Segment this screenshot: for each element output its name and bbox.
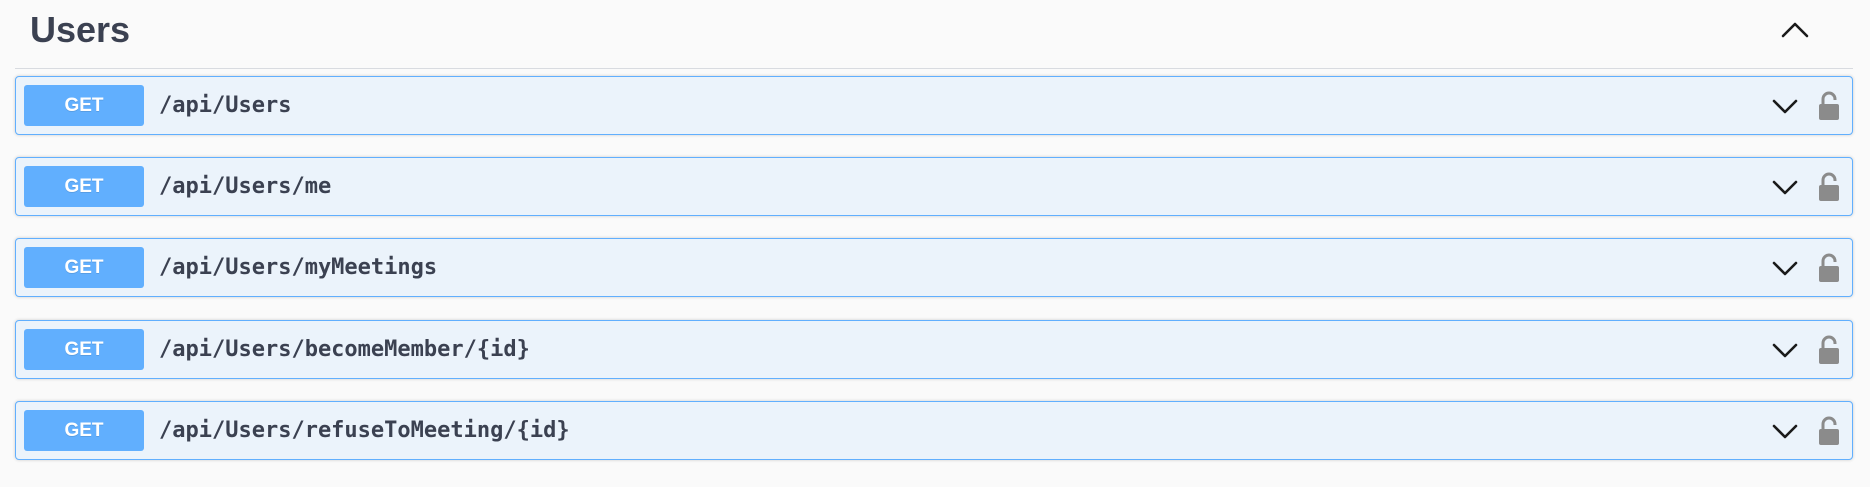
operation-get-users-becomemember[interactable]: GET /api/Users/becomeMember/{id}	[15, 320, 1853, 379]
expand-button[interactable]	[1768, 170, 1802, 204]
operation-get-users-me[interactable]: GET /api/Users/me	[15, 157, 1853, 216]
chevron-down-icon	[1772, 424, 1798, 438]
expand-button[interactable]	[1768, 333, 1802, 367]
expand-button[interactable]	[1768, 251, 1802, 285]
endpoint-path: /api/Users/me	[159, 174, 332, 199]
method-badge: GET	[24, 166, 144, 207]
unlocked-padlock-icon	[1819, 91, 1839, 120]
authorize-lock-button[interactable]	[1816, 89, 1842, 123]
section-title[interactable]: Users	[15, 9, 130, 51]
chevron-down-icon	[1772, 261, 1798, 275]
operation-get-users[interactable]: GET /api/Users	[15, 76, 1853, 135]
operation-get-users-mymeetings[interactable]: GET /api/Users/myMeetings	[15, 238, 1853, 297]
expand-button[interactable]	[1768, 89, 1802, 123]
endpoint-path: /api/Users	[159, 93, 292, 118]
chevron-down-icon	[1772, 343, 1798, 357]
expand-button[interactable]	[1768, 414, 1802, 448]
authorize-lock-button[interactable]	[1816, 251, 1842, 285]
endpoint-path: /api/Users/refuseToMeeting/{id}	[159, 418, 570, 443]
chevron-down-icon	[1772, 99, 1798, 113]
unlocked-padlock-icon	[1819, 416, 1839, 445]
chevron-down-icon	[1772, 180, 1798, 194]
collapse-button[interactable]	[1775, 10, 1815, 50]
users-section: Users GET /api/Users GET /api/Users/me G…	[15, 0, 1853, 460]
chevron-up-icon	[1781, 22, 1809, 38]
endpoint-path: /api/Users/becomeMember/{id}	[159, 337, 530, 362]
authorize-lock-button[interactable]	[1816, 170, 1842, 204]
unlocked-padlock-icon	[1819, 335, 1839, 364]
unlocked-padlock-icon	[1819, 172, 1839, 201]
section-header[interactable]: Users	[15, 0, 1853, 69]
method-badge: GET	[24, 247, 144, 288]
authorize-lock-button[interactable]	[1816, 414, 1842, 448]
endpoint-path: /api/Users/myMeetings	[159, 255, 438, 280]
operation-get-users-refusetomeeting[interactable]: GET /api/Users/refuseToMeeting/{id}	[15, 401, 1853, 460]
authorize-lock-button[interactable]	[1816, 333, 1842, 367]
method-badge: GET	[24, 329, 144, 370]
unlocked-padlock-icon	[1819, 253, 1839, 282]
method-badge: GET	[24, 85, 144, 126]
method-badge: GET	[24, 410, 144, 451]
